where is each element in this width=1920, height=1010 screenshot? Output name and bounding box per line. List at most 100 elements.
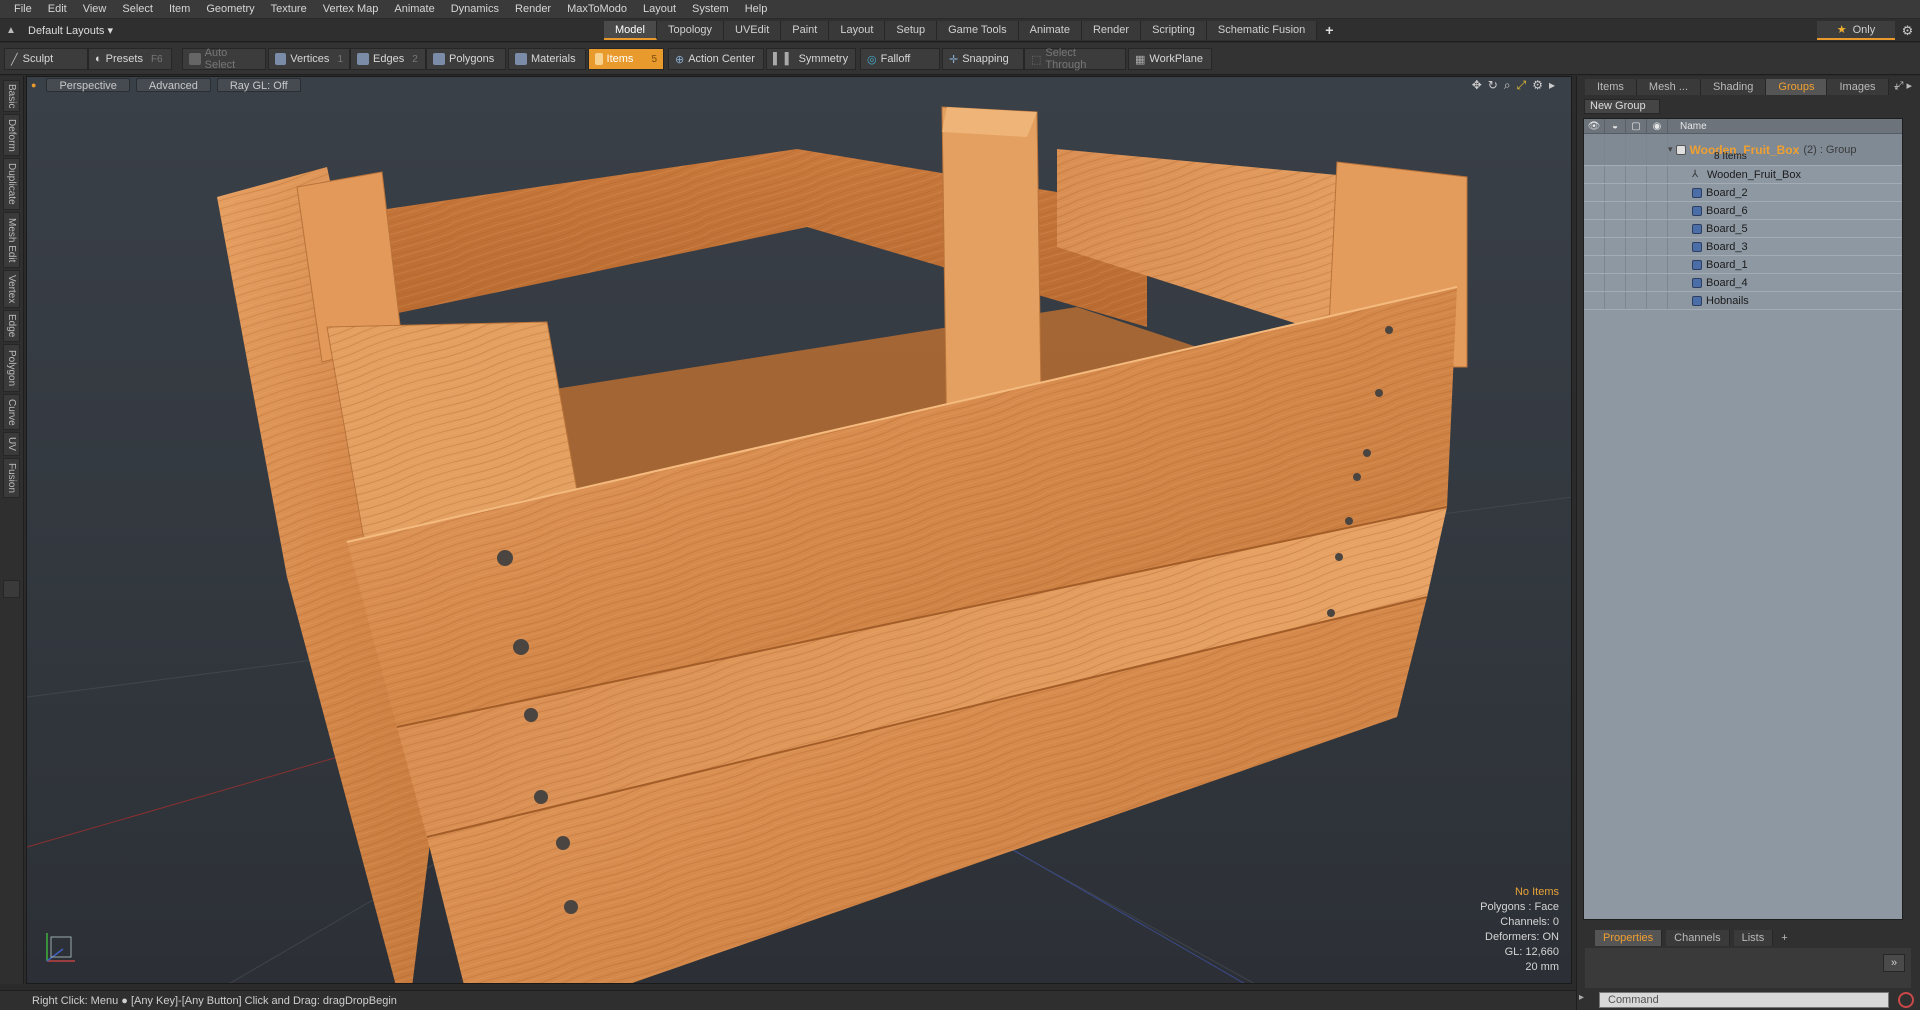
select-col-icon[interactable]: ◉ [1647,119,1668,134]
presets-button[interactable]: ◐ Presets F6 [88,48,172,70]
add-tab-icon[interactable]: + [1317,21,1341,40]
items-button[interactable]: Items 5 [588,48,664,70]
render-col-icon[interactable]: ◒ [1605,119,1626,134]
collapse-arrow-icon[interactable]: ▲ [0,25,22,36]
zoom-icon[interactable]: ⌕ [1504,78,1511,93]
rotate-icon[interactable]: ↻ [1488,78,1498,92]
menu-system[interactable]: System [684,0,737,19]
viewport-menu-icon[interactable]: ● [31,80,40,90]
group-row[interactable]: ▾ Wooden_Fruit_Box (2) : Group 8 Items [1584,134,1902,166]
list-item[interactable]: ⅄ Wooden_Fruit_Box [1584,166,1902,184]
tab-topology[interactable]: Topology [656,21,725,40]
polygons-button[interactable]: Polygons [426,48,506,70]
tab-groups[interactable]: Groups [1766,79,1828,95]
tab-paint[interactable]: Paint [781,21,830,40]
only-button[interactable]: ★ Only [1817,21,1895,40]
tab-setup[interactable]: Setup [885,21,938,40]
tooltab-duplicate[interactable]: Duplicate [3,158,20,210]
menu-view[interactable]: View [75,0,115,19]
advanced-button[interactable]: Advanced [135,78,211,92]
auto-select-button[interactable]: Auto Select [182,47,266,71]
menu-help[interactable]: Help [737,0,776,19]
snapping-button[interactable]: ✛ Snapping [942,48,1024,70]
menu-maxtomodo[interactable]: MaxToModo [559,0,635,19]
list-item[interactable]: Board_4 [1584,274,1902,292]
viewport-menu-arrow-icon[interactable]: ▸ [1549,78,1555,92]
menu-geometry[interactable]: Geometry [198,0,262,19]
list-item[interactable]: Board_5 [1584,220,1902,238]
gear-icon[interactable]: ⚙ [1895,21,1920,40]
forward-arrow-icon[interactable]: » [1883,954,1905,972]
tab-schematic-fusion[interactable]: Schematic Fusion [1206,21,1318,40]
tab-uvedit[interactable]: UVEdit [724,21,782,40]
menu-layout[interactable]: Layout [635,0,684,19]
menu-select[interactable]: Select [114,0,161,19]
vertices-button[interactable]: Vertices 1 [268,48,350,70]
tab-channels[interactable]: Channels [1666,930,1730,946]
vertices-label: Vertices [290,53,330,65]
list-item[interactable]: Board_1 [1584,256,1902,274]
tab-properties[interactable]: Properties [1595,930,1663,946]
viewport-settings-icon[interactable]: ⚙ [1532,78,1543,92]
raygl-button[interactable]: Ray GL: Off [216,78,301,92]
command-record-icon[interactable] [1898,992,1914,1008]
sculpt-button[interactable]: ╱ Sculpt [4,48,88,70]
select-through-button[interactable]: ⬚ Select Through [1024,47,1126,71]
items-label: Items [606,53,634,65]
menu-texture[interactable]: Texture [263,0,315,19]
tab-mesh[interactable]: Mesh ... [1636,79,1702,95]
falloff-button[interactable]: ◎ Falloff [860,48,940,70]
tab-scripting[interactable]: Scripting [1141,21,1207,40]
tooltab-mesh-edit[interactable]: Mesh Edit [3,212,20,268]
tooltab-basic[interactable]: Basic [3,80,20,112]
list-item[interactable]: Board_6 [1584,202,1902,220]
workplane-button[interactable]: ▦ WorkPlane [1128,48,1212,70]
tab-animate[interactable]: Animate [1018,21,1082,40]
menu-item[interactable]: Item [161,0,198,19]
group-expand-icon[interactable]: ▾ [1668,144,1673,155]
tab-lists[interactable]: Lists [1733,930,1774,946]
new-group-button[interactable]: New Group [1584,99,1660,114]
lock-col-icon[interactable]: ▢ [1626,119,1647,134]
action-center-button[interactable]: ⊕ Action Center [668,48,764,70]
menu-file[interactable]: File [6,0,40,19]
tab-images[interactable]: Images [1827,79,1889,95]
tooltab-polygon[interactable]: Polygon [3,344,20,392]
3d-viewport[interactable]: ● Perspective Advanced Ray GL: Off ✥ ↻ ⌕… [26,76,1572,984]
menu-vertex-map[interactable]: Vertex Map [315,0,387,19]
materials-button[interactable]: Materials [508,48,586,70]
tooltab-deform[interactable]: Deform [3,114,20,156]
tooltab-curve[interactable]: Curve [3,394,20,430]
tab-items[interactable]: Items [1585,79,1637,95]
expand-panel-icon[interactable]: ⤢ ▸ [1895,79,1912,93]
pan-icon[interactable]: ✥ [1472,78,1482,92]
command-history-arrow-icon[interactable]: ▸ [1579,992,1584,1003]
add-props-tab-icon[interactable]: + [1777,930,1791,946]
symmetry-button[interactable]: ▌▐ Symmetry [766,48,856,70]
tab-game-tools[interactable]: Game Tools [937,21,1019,40]
menu-render[interactable]: Render [507,0,559,19]
menu-dynamics[interactable]: Dynamics [443,0,507,19]
tooltab-uv[interactable]: UV [3,432,20,456]
list-item[interactable]: Hobnails [1584,292,1902,310]
tab-layout[interactable]: Layout [829,21,886,40]
layout-selector[interactable]: ▲ Default Layouts ▾ [0,21,113,40]
tooltab-fusion[interactable]: Fusion [3,458,20,498]
tab-shading[interactable]: Shading [1701,79,1767,95]
perspective-button[interactable]: Perspective [46,78,130,92]
fit-icon[interactable]: ⤢ [1517,78,1527,93]
list-item[interactable]: Board_2 [1584,184,1902,202]
tooltab-vertex[interactable]: Vertex [3,270,20,308]
menu-animate[interactable]: Animate [386,0,442,19]
tab-render[interactable]: Render [1081,21,1142,40]
edges-button[interactable]: Edges 2 [350,48,426,70]
expand-strip-icon[interactable] [3,580,20,598]
visibility-col-icon[interactable]: 👁 [1584,119,1605,134]
list-item[interactable]: Board_3 [1584,238,1902,256]
tooltab-edge[interactable]: Edge [3,310,20,342]
tab-model[interactable]: Model [604,21,657,40]
mesh-icon [1692,241,1702,252]
command-input[interactable]: Command [1599,992,1889,1008]
menu-edit[interactable]: Edit [40,0,75,19]
name-column-header[interactable]: Name [1668,121,1707,132]
